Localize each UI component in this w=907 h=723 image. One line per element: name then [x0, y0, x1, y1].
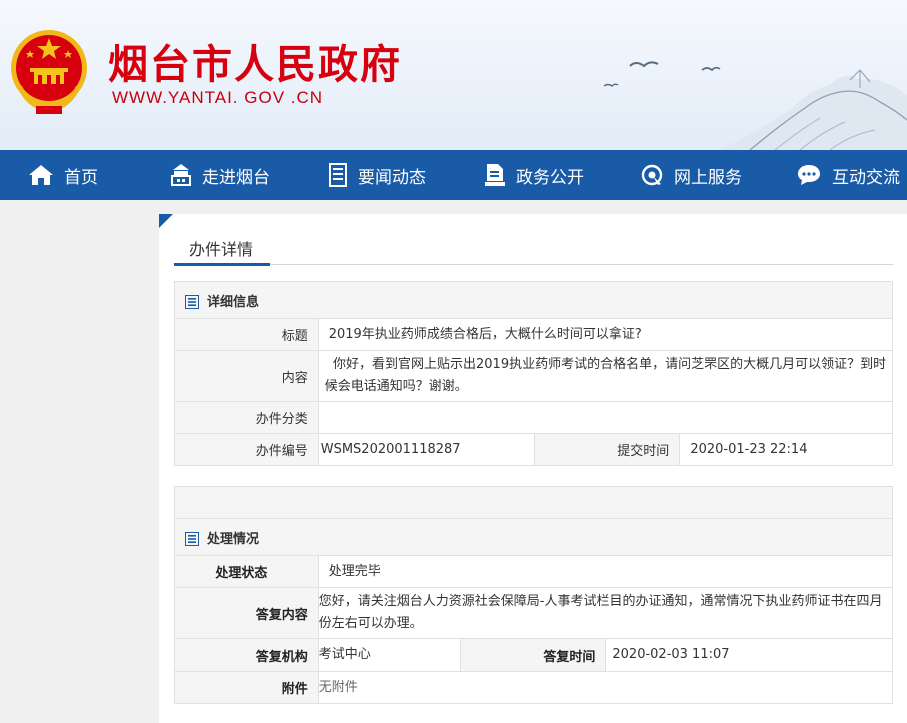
nav-item-online-service[interactable]: 网上服务 — [640, 150, 742, 200]
section-title: 详细信息 — [207, 294, 260, 310]
category-label: 办件分类 — [174, 401, 319, 434]
service-icon — [641, 164, 663, 186]
spacer-band — [174, 486, 893, 519]
handling-section-header: 处理情况 — [174, 518, 893, 556]
nav-item-home[interactable]: 首页 — [28, 150, 98, 200]
nav-label: 政务公开 — [516, 167, 584, 188]
content-value: 你好，看到官网上贴示出2019执业药师考试的合格名单，请问芝罘区的大概几月可以领… — [317, 350, 894, 402]
document-icon — [485, 164, 505, 186]
site-title: 烟台市人民政府 — [108, 42, 402, 88]
attachment-value[interactable]: 无附件 — [317, 671, 894, 704]
category-value — [317, 401, 894, 434]
scenery-illustration — [603, 61, 907, 150]
title-value: 2019年执业药师成绩合格后，大概什么时间可以拿证? — [317, 318, 894, 351]
section-title: 处理情况 — [207, 531, 260, 547]
table-row: 附件 无附件 — [174, 671, 894, 704]
list-icon — [185, 295, 199, 309]
nav-label: 网上服务 — [674, 167, 742, 188]
site-url: WWW.YANTAI. GOV .CN — [112, 88, 324, 107]
chat-icon — [798, 165, 820, 185]
table-row: 内容 你好，看到官网上贴示出2019执业药师考试的合格名单，请问芝罘区的大概几月… — [174, 350, 894, 402]
main-nav: 首页 走进烟台 要闻动态 政务公开 网上服务 互动交流 — [0, 150, 907, 200]
active-tab-underline — [174, 263, 270, 266]
content-label: 内容 — [174, 350, 319, 402]
building-icon — [171, 164, 191, 186]
table-row: 标题 2019年执业药师成绩合格后，大概什么时间可以拿证? — [174, 318, 894, 351]
detail-section-header: 详细信息 — [174, 281, 893, 319]
table-row: 办件编号 WSMS202001118287 提交时间 2020-01-23 22… — [174, 433, 893, 466]
reply-time-value: 2020-02-03 11:07 — [605, 638, 893, 672]
table-row: 答复机构 考试中心 答复时间 2020-02-03 11:07 — [174, 638, 893, 672]
panel-corner-marker — [159, 214, 173, 228]
status-label: 处理状态 — [174, 555, 319, 588]
nav-item-news[interactable]: 要闻动态 — [328, 150, 426, 200]
nav-item-about[interactable]: 走进烟台 — [170, 150, 270, 200]
number-label: 办件编号 — [174, 433, 319, 466]
status-value: 处理完毕 — [317, 555, 894, 588]
home-icon — [29, 165, 53, 185]
nav-item-interaction[interactable]: 互动交流 — [796, 150, 900, 200]
reply-value: 您好，请关注烟台人力资源社会保障局-人事考试栏目的办证通知，通常情况下执业药师证… — [317, 587, 894, 639]
site-header: 烟台市人民政府 WWW.YANTAI. GOV .CN — [0, 0, 907, 150]
nav-label: 走进烟台 — [202, 167, 270, 188]
page-title: 办件详情 — [189, 240, 254, 259]
reply-label: 答复内容 — [174, 587, 319, 639]
number-value: WSMS202001118287 — [317, 433, 535, 466]
attachment-label: 附件 — [174, 671, 319, 704]
reply-org-value: 考试中心 — [317, 638, 461, 672]
nav-label: 互动交流 — [832, 167, 900, 188]
nav-label: 要闻动态 — [358, 167, 426, 188]
reply-org-label: 答复机构 — [174, 638, 319, 672]
tab-divider — [174, 264, 893, 265]
nav-label: 首页 — [64, 167, 98, 188]
handling-table: 处理情况 处理状态 处理完毕 答复内容 您好，请关注烟台人力资源社会保障局-人事… — [174, 518, 894, 704]
news-icon — [329, 163, 347, 187]
nav-item-gov-affairs[interactable]: 政务公开 — [484, 150, 584, 200]
submit-time-label: 提交时间 — [533, 433, 681, 466]
table-row: 答复内容 您好，请关注烟台人力资源社会保障局-人事考试栏目的办证通知，通常情况下… — [174, 587, 894, 639]
title-label: 标题 — [174, 318, 319, 351]
detail-table: 详细信息 标题 2019年执业药师成绩合格后，大概什么时间可以拿证? 内容 你好… — [174, 281, 894, 466]
table-row: 处理状态 处理完毕 — [174, 555, 894, 588]
table-row: 办件分类 — [174, 401, 894, 434]
submit-time-value: 2020-01-23 22:14 — [679, 433, 893, 466]
list-icon — [185, 532, 199, 546]
reply-time-label: 答复时间 — [459, 638, 607, 672]
national-emblem-icon — [11, 30, 87, 114]
